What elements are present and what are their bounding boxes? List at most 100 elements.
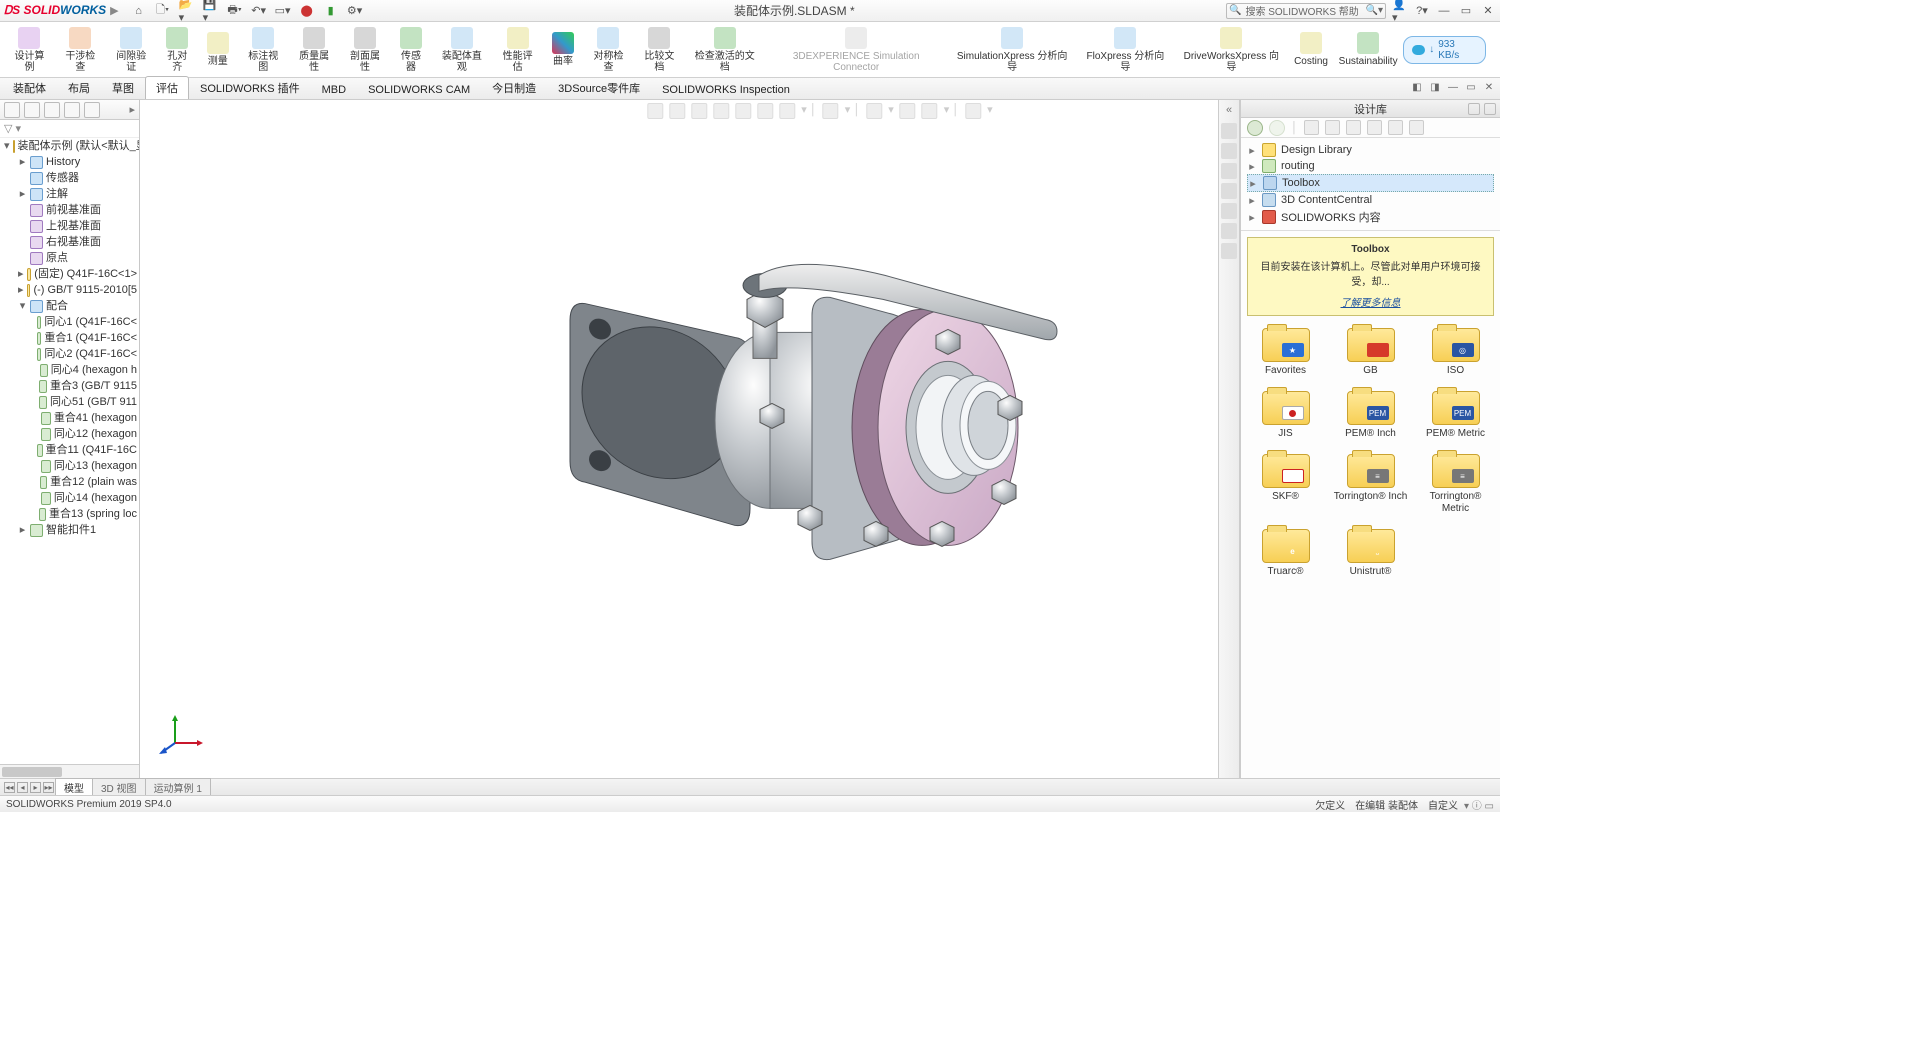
toolbox-folder-PEM-Inch[interactable]: PEMPEM® Inch bbox=[1330, 391, 1411, 440]
ribbon-检查激活的文档[interactable]: 检查激活的文档 bbox=[685, 22, 765, 77]
sheet-tab-3D 视图[interactable]: 3D 视图 bbox=[92, 778, 146, 796]
learn-more-link[interactable]: 了解更多信息 bbox=[1254, 294, 1487, 309]
dlib-tree-routing[interactable]: ▸routing bbox=[1247, 158, 1494, 174]
tab-SOLIDWORKS Inspection[interactable]: SOLIDWORKS Inspection bbox=[651, 80, 801, 99]
ribbon-Costing[interactable]: Costing bbox=[1289, 22, 1334, 77]
feature-tree-tab-icon[interactable] bbox=[4, 102, 20, 118]
tab-SOLIDWORKS CAM[interactable]: SOLIDWORKS CAM bbox=[357, 80, 481, 99]
tab-MBD[interactable]: MBD bbox=[311, 80, 357, 99]
dlib-config-icon[interactable] bbox=[1367, 120, 1382, 135]
dlib-back-icon[interactable] bbox=[1247, 120, 1263, 136]
tree-mate-item[interactable]: 同心13 (hexagon bbox=[30, 458, 139, 474]
view-orient-icon[interactable] bbox=[735, 103, 751, 119]
hide-show-icon[interactable] bbox=[779, 103, 795, 119]
config-tab-icon[interactable] bbox=[44, 102, 60, 118]
task-appearances-icon[interactable] bbox=[1221, 203, 1237, 219]
tab-今日制造[interactable]: 今日制造 bbox=[481, 76, 547, 99]
tree-horizontal-scrollbar[interactable] bbox=[0, 764, 139, 778]
tree-annotations[interactable]: ▸注解 bbox=[16, 186, 139, 202]
tree-mate-item[interactable]: 同心51 (GB/T 911 bbox=[30, 394, 139, 410]
toolbox-folder-GB[interactable]: GB bbox=[1330, 328, 1411, 377]
close-icon[interactable]: ✕ bbox=[1480, 3, 1496, 19]
tree-top-plane[interactable]: 上视基准面 bbox=[16, 218, 139, 234]
tree-filter-input[interactable]: ▽ ▾ bbox=[0, 120, 139, 138]
prev-view-icon[interactable] bbox=[691, 103, 707, 119]
toolbox-folder-ISO[interactable]: ◎ISO bbox=[1415, 328, 1496, 377]
render-tools-icon[interactable] bbox=[922, 103, 938, 119]
ribbon-比较文档[interactable]: 比较文档 bbox=[634, 22, 685, 77]
ribbon-SimulationXpress-分析向导[interactable]: SimulationXpress 分析向导 bbox=[948, 22, 1077, 77]
cloud-speed-badge[interactable]: ↓933 KB/s bbox=[1403, 36, 1486, 64]
tab-布局[interactable]: 布局 bbox=[57, 76, 101, 99]
task-file-explorer-icon[interactable] bbox=[1221, 163, 1237, 179]
restore-icon[interactable]: ▭ bbox=[1458, 3, 1474, 19]
dlib-tree-Design-Library[interactable]: ▸Design Library bbox=[1247, 142, 1494, 158]
tab-SOLIDWORKS 插件[interactable]: SOLIDWORKS 插件 bbox=[189, 76, 311, 99]
tree-mate-item[interactable]: 同心14 (hexagon bbox=[30, 490, 139, 506]
dlib-refresh-icon[interactable] bbox=[1346, 120, 1361, 135]
tree-history[interactable]: ▸History bbox=[16, 154, 139, 170]
dlib-pin-icon[interactable] bbox=[1484, 103, 1496, 115]
ribbon-传感器[interactable]: 传感器 bbox=[390, 22, 431, 77]
dlib-pin2-icon[interactable] bbox=[1409, 120, 1424, 135]
tree-mates-folder[interactable]: ▾配合 bbox=[16, 298, 139, 314]
tree-mate-item[interactable]: 重合12 (plain was bbox=[30, 474, 139, 490]
sheet-tab-模型[interactable]: 模型 bbox=[55, 778, 93, 796]
ribbon-测量[interactable]: 测量 bbox=[198, 22, 238, 77]
toolbox-folder-JIS[interactable]: JIS bbox=[1245, 391, 1326, 440]
ribbon-孔对齐[interactable]: 孔对齐 bbox=[157, 22, 198, 77]
ribbon-间隙验证[interactable]: 间隙验证 bbox=[106, 22, 157, 77]
tree-mate-item[interactable]: 重合1 (Q41F-16C< bbox=[30, 330, 139, 346]
toolbox-folder-Unistrut-[interactable]: ⎵Unistrut® bbox=[1330, 529, 1411, 578]
dlib-add-folder-icon[interactable] bbox=[1325, 120, 1340, 135]
tree-smart-fasteners[interactable]: ▸智能扣件1 bbox=[16, 522, 139, 538]
doc-minimize-icon[interactable]: — bbox=[1446, 80, 1460, 94]
doc-close-icon[interactable]: ✕ bbox=[1482, 80, 1496, 94]
tab-装配体[interactable]: 装配体 bbox=[2, 76, 57, 99]
tree-mate-item[interactable]: 重合13 (spring loc bbox=[30, 506, 139, 522]
ribbon-性能评估[interactable]: 性能评估 bbox=[492, 22, 543, 77]
new-icon[interactable]: 🗋▾ bbox=[155, 3, 171, 19]
rebuild-icon[interactable]: ⬤ bbox=[299, 3, 315, 19]
ribbon-DriveWorksXpress-向导[interactable]: DriveWorksXpress 向导 bbox=[1174, 22, 1288, 77]
panel-pin-icon[interactable]: ◧ bbox=[1410, 80, 1424, 94]
task-pane-collapse-icon[interactable]: « bbox=[1226, 104, 1232, 116]
dlib-add-file-icon[interactable] bbox=[1304, 120, 1319, 135]
minimize-icon[interactable]: — bbox=[1436, 3, 1452, 19]
sheet-nav[interactable]: ◂◂◂▸▸▸ bbox=[4, 782, 54, 793]
ribbon-对称检查[interactable]: 对称检查 bbox=[583, 22, 634, 77]
ribbon-标注视图[interactable]: 标注视图 bbox=[238, 22, 289, 77]
tree-sensors[interactable]: 传感器 bbox=[16, 170, 139, 186]
tree-mate-item[interactable]: 重合41 (hexagon bbox=[30, 410, 139, 426]
zoom-area-icon[interactable] bbox=[669, 103, 685, 119]
tree-right-plane[interactable]: 右视基准面 bbox=[16, 234, 139, 250]
edit-appearance-icon[interactable] bbox=[823, 103, 839, 119]
screen-capture-icon[interactable] bbox=[965, 103, 981, 119]
dlib-up-icon[interactable] bbox=[1388, 120, 1403, 135]
options-flag-icon[interactable]: ▮ bbox=[323, 3, 339, 19]
ribbon-设计算例[interactable]: 设计算例 bbox=[4, 22, 55, 77]
toolbox-folder-SKF-[interactable]: SKFSKF® bbox=[1245, 454, 1326, 515]
display-style-icon[interactable] bbox=[757, 103, 773, 119]
help-search-input[interactable]: 🔍搜索 SOLIDWORKS 帮助🔍▾ bbox=[1226, 3, 1386, 19]
tree-component-2[interactable]: ▸(-) GB/T 9115-2010[5 bbox=[16, 282, 139, 298]
dlib-tree-3D-ContentCentral[interactable]: ▸3D ContentCentral bbox=[1247, 192, 1494, 208]
task-custom-props-icon[interactable] bbox=[1221, 223, 1237, 239]
ribbon-曲率[interactable]: 曲率 bbox=[543, 22, 583, 77]
toolbox-folder-PEM-Metric[interactable]: PEMPEM® Metric bbox=[1415, 391, 1496, 440]
section-view-icon[interactable] bbox=[713, 103, 729, 119]
tree-front-plane[interactable]: 前视基准面 bbox=[16, 202, 139, 218]
tab-草图[interactable]: 草图 bbox=[101, 76, 145, 99]
user-icon[interactable]: 👤▾ bbox=[1392, 3, 1408, 19]
orientation-triad[interactable] bbox=[165, 713, 205, 753]
dimxpert-tab-icon[interactable] bbox=[64, 102, 80, 118]
save-icon[interactable]: 💾▾ bbox=[203, 3, 219, 19]
print-icon[interactable]: 🖶▾ bbox=[227, 3, 243, 19]
ribbon-装配体直观[interactable]: 装配体直观 bbox=[432, 22, 493, 77]
feature-tree[interactable]: ▾装配体示例 (默认<默认_显 ▸History 传感器 ▸注解 前视基准面 上… bbox=[0, 138, 139, 764]
zoom-fit-icon[interactable] bbox=[647, 103, 663, 119]
tree-mate-item[interactable]: 同心4 (hexagon h bbox=[30, 362, 139, 378]
tree-root[interactable]: ▾装配体示例 (默认<默认_显 bbox=[2, 138, 139, 154]
toolbox-folder-Torrington-Inch[interactable]: ≡Torrington® Inch bbox=[1330, 454, 1411, 515]
toolbox-folder-Torrington-Metric[interactable]: ≡Torrington® Metric bbox=[1415, 454, 1496, 515]
